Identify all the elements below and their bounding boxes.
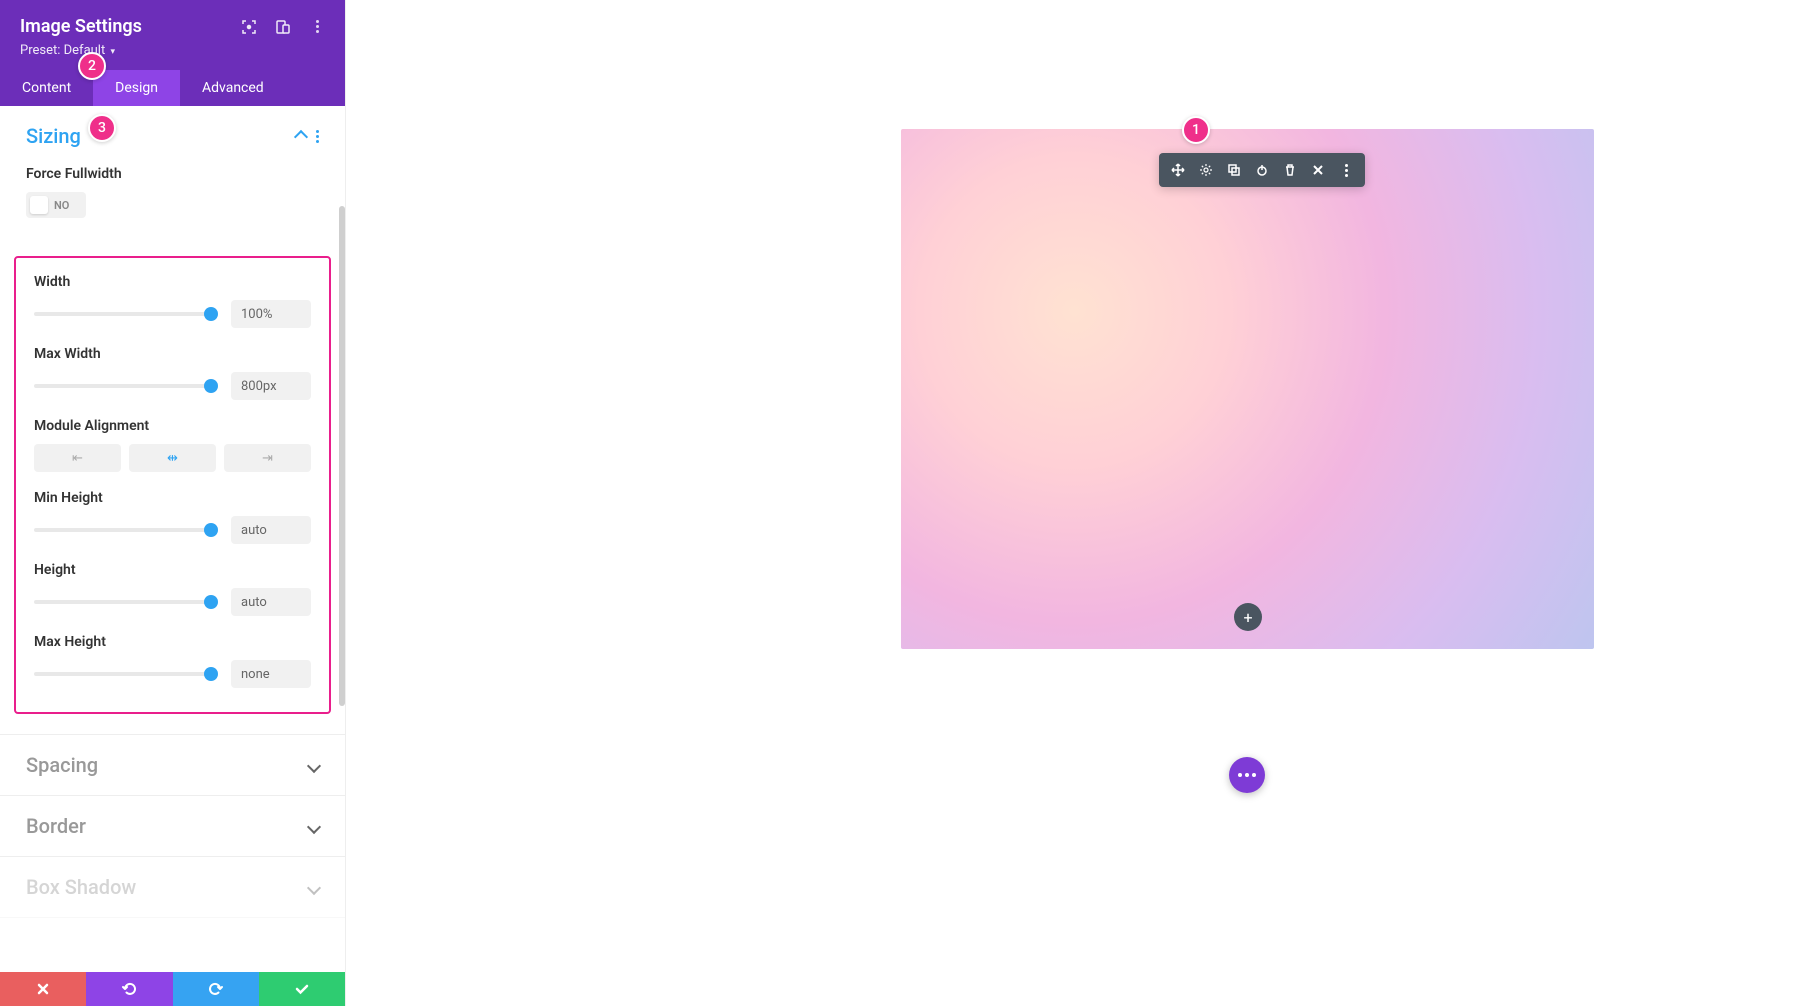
power-icon[interactable] xyxy=(1255,163,1269,177)
max-width-label: Max Width xyxy=(34,346,311,362)
gear-icon[interactable] xyxy=(1199,163,1213,177)
section-sizing-header[interactable]: Sizing xyxy=(0,106,345,166)
module-alignment-label: Module Alignment xyxy=(34,418,311,434)
section-border-header[interactable]: Border xyxy=(0,796,345,856)
chevron-down-icon xyxy=(309,878,319,897)
section-box-shadow: Box Shadow xyxy=(0,857,345,918)
undo-button[interactable] xyxy=(86,972,172,1006)
redo-button[interactable] xyxy=(173,972,259,1006)
save-button[interactable] xyxy=(259,972,345,1006)
section-border: Border xyxy=(0,796,345,857)
toggle-knob xyxy=(30,196,48,214)
scrollbar[interactable] xyxy=(339,206,345,706)
max-width-input[interactable]: 800px xyxy=(231,372,311,400)
min-height-input[interactable]: auto xyxy=(231,516,311,544)
cancel-button[interactable] xyxy=(0,972,86,1006)
align-left-button[interactable]: ⇤ xyxy=(34,444,121,472)
max-height-input[interactable]: none xyxy=(231,660,311,688)
section-sizing: Sizing Force Fullwidth NO xyxy=(0,106,345,735)
move-icon[interactable] xyxy=(1171,163,1185,177)
chevron-down-icon xyxy=(309,756,319,775)
preset-selector[interactable]: Preset: Default ▾ xyxy=(20,43,325,58)
focus-icon[interactable] xyxy=(241,19,257,35)
tab-advanced[interactable]: Advanced xyxy=(180,70,286,106)
tab-content[interactable]: Content xyxy=(0,70,93,106)
section-spacing-header[interactable]: Spacing xyxy=(0,735,345,795)
highlighted-controls: Width 100% Max Width 800px xyxy=(14,256,331,714)
more-icon[interactable] xyxy=(1339,163,1353,177)
close-icon[interactable] xyxy=(1311,163,1325,177)
align-center-button[interactable]: ⇹ xyxy=(129,444,216,472)
panel-title: Image Settings xyxy=(20,16,142,37)
max-width-slider[interactable] xyxy=(34,376,211,396)
responsive-icon[interactable] xyxy=(275,19,291,35)
chevron-down-icon xyxy=(309,817,319,836)
dots-icon xyxy=(1238,773,1256,777)
footer-actions xyxy=(0,972,345,1006)
chevron-down-icon: ▾ xyxy=(110,47,115,57)
module-toolbar xyxy=(1159,153,1365,187)
panel-header: Image Settings Preset: Default ▾ xyxy=(0,0,345,70)
width-input[interactable]: 100% xyxy=(231,300,311,328)
image-module[interactable] xyxy=(901,129,1594,649)
align-left-icon: ⇤ xyxy=(72,451,83,466)
align-right-button[interactable]: ⇥ xyxy=(224,444,311,472)
more-icon[interactable] xyxy=(309,19,325,35)
section-box-shadow-header[interactable]: Box Shadow xyxy=(0,857,345,917)
annotation-badge-1: 1 xyxy=(1182,116,1210,144)
add-module-button[interactable]: + xyxy=(1234,603,1262,631)
annotation-badge-2: 2 xyxy=(78,52,106,80)
section-spacing: Spacing xyxy=(0,735,345,796)
tab-design[interactable]: Design xyxy=(93,70,180,106)
height-label: Height xyxy=(34,562,311,578)
settings-sidebar: Image Settings Preset: Default ▾ Content… xyxy=(0,0,346,1006)
tabs: Content Design Advanced xyxy=(0,70,345,106)
annotation-badge-3: 3 xyxy=(88,114,116,142)
align-right-icon: ⇥ xyxy=(262,451,273,466)
editor-canvas[interactable]: + 1 xyxy=(346,0,1800,1006)
max-height-label: Max Height xyxy=(34,634,311,650)
width-label: Width xyxy=(34,274,311,290)
max-height-slider[interactable] xyxy=(34,664,211,684)
duplicate-icon[interactable] xyxy=(1227,163,1241,177)
section-more-icon[interactable] xyxy=(316,130,319,143)
page-settings-fab[interactable] xyxy=(1229,757,1265,793)
chevron-up-icon xyxy=(296,128,306,145)
panel-body: Sizing Force Fullwidth NO xyxy=(0,106,345,1006)
height-slider[interactable] xyxy=(34,592,211,612)
min-height-slider[interactable] xyxy=(34,520,211,540)
plus-icon: + xyxy=(1243,608,1252,627)
align-center-icon: ⇹ xyxy=(167,451,178,466)
trash-icon[interactable] xyxy=(1283,163,1297,177)
min-height-label: Min Height xyxy=(34,490,311,506)
force-fullwidth-toggle[interactable]: NO xyxy=(26,192,86,218)
height-input[interactable]: auto xyxy=(231,588,311,616)
width-slider[interactable] xyxy=(34,304,211,324)
control-force-fullwidth: Force Fullwidth NO xyxy=(26,166,319,218)
